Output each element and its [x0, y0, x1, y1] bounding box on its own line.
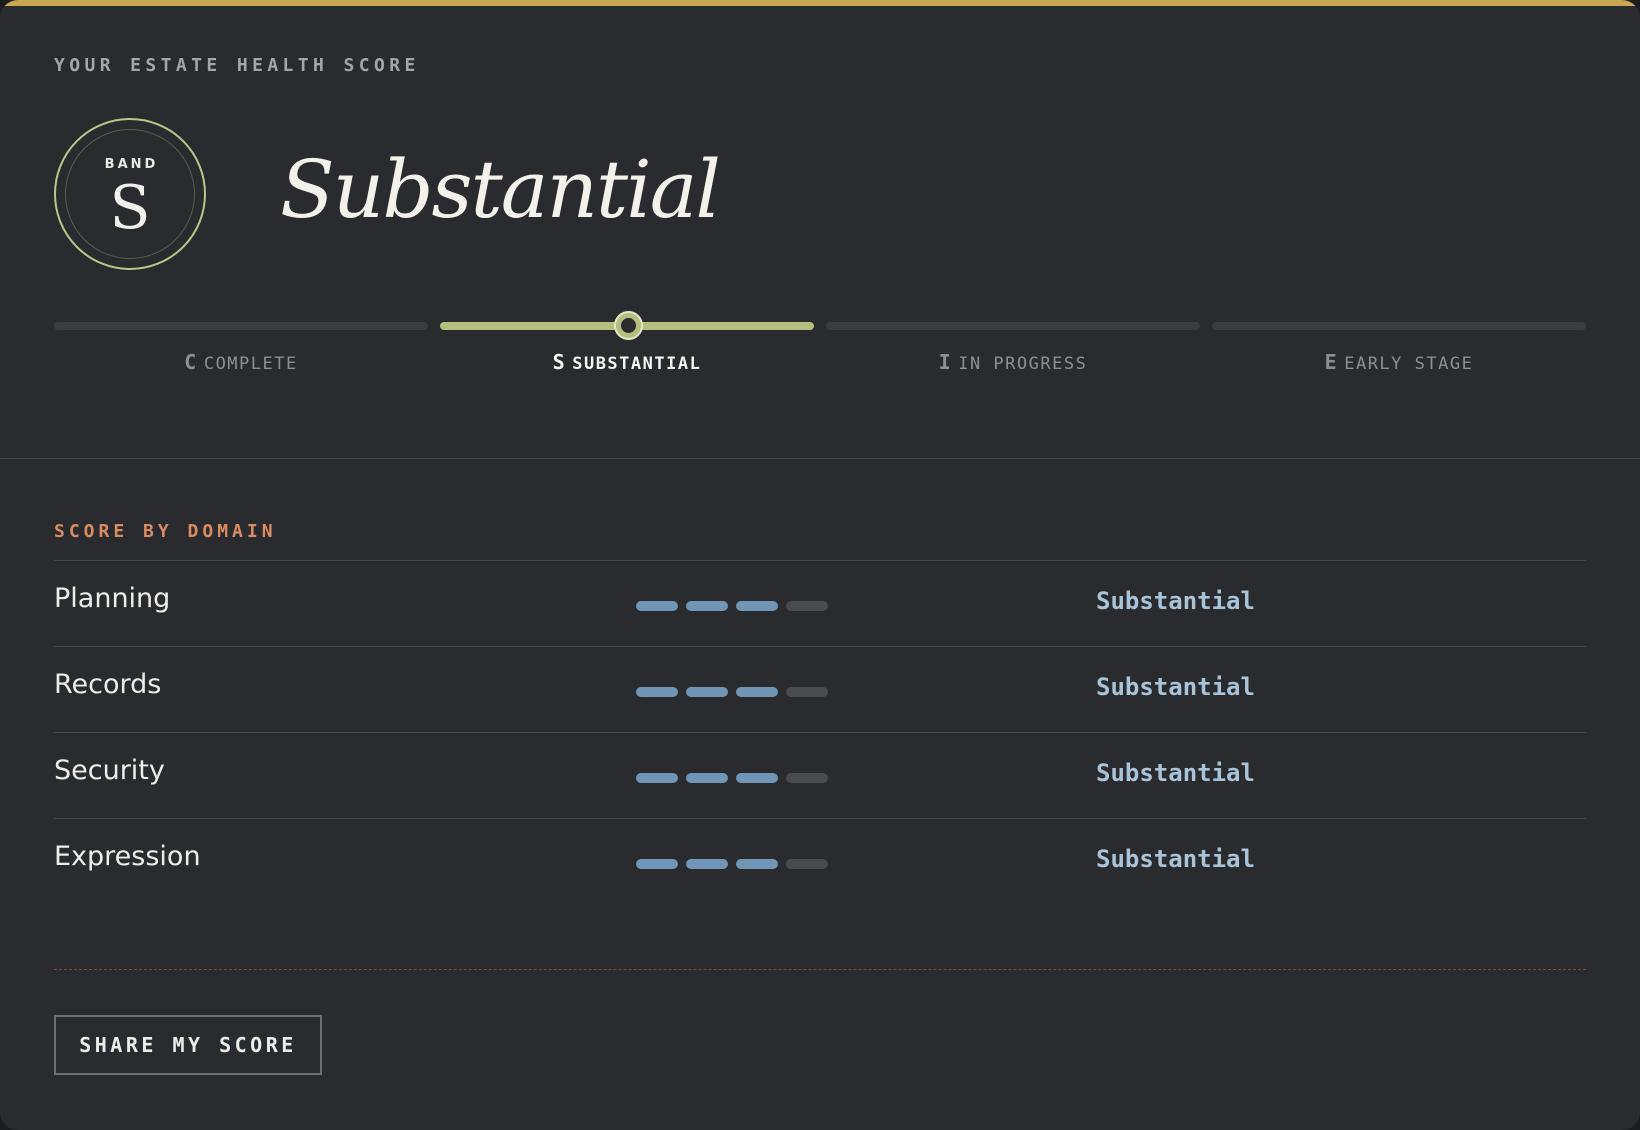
- domain-score: Substantial: [1096, 845, 1255, 873]
- badge-label: BAND: [104, 157, 159, 172]
- step-text: COMPLETE: [203, 354, 298, 374]
- meter-pill-filled: [636, 859, 678, 869]
- domain-name: Expression: [54, 841, 201, 872]
- meter-pill-filled: [636, 601, 678, 611]
- step-in-progress: I IN PROGRESS: [826, 350, 1200, 376]
- meter-pill-filled: [736, 859, 778, 869]
- band-badge: BAND S: [54, 118, 206, 270]
- step-code: I: [938, 350, 953, 374]
- meter-pill-empty: [786, 687, 828, 697]
- domain-name: Security: [54, 755, 165, 786]
- step-substantial: S SUBSTANTIAL: [440, 350, 814, 376]
- meter-pill-empty: [786, 859, 828, 869]
- section-title: SCORE BY DOMAIN: [54, 521, 277, 542]
- scale-track-early-stage: [1212, 322, 1586, 330]
- step-text: IN PROGRESS: [958, 354, 1088, 374]
- meter-pill-filled: [686, 601, 728, 611]
- meter-pill-filled: [736, 773, 778, 783]
- domain-row-security: Security Substantial: [54, 732, 1586, 818]
- scale-marker: [614, 311, 643, 340]
- step-code: C: [184, 350, 198, 374]
- scale-track-in-progress: [826, 322, 1200, 330]
- step-text: SUBSTANTIAL: [572, 354, 702, 374]
- share-score-button[interactable]: SHARE MY SCORE: [54, 1015, 322, 1075]
- meter-pill-filled: [686, 859, 728, 869]
- domain-score: Substantial: [1096, 759, 1255, 787]
- accent-bar: [0, 0, 1640, 6]
- scale-track-complete: [54, 322, 428, 330]
- domain-name: Records: [54, 669, 162, 700]
- domain-score: Substantial: [1096, 673, 1255, 701]
- meter-pill-filled: [686, 687, 728, 697]
- step-code: S: [552, 350, 567, 374]
- domain-score: Substantial: [1096, 587, 1255, 615]
- step-code: E: [1324, 350, 1339, 374]
- score-card: YOUR ESTATE HEALTH SCORE BAND S Substant…: [0, 0, 1640, 1130]
- meter-pill-filled: [736, 601, 778, 611]
- eyebrow-label: YOUR ESTATE HEALTH SCORE: [54, 55, 420, 76]
- step-complete: C COMPLETE: [54, 350, 428, 376]
- domain-row-records: Records Substantial: [54, 646, 1586, 732]
- badge-letter: S: [109, 173, 151, 243]
- band-title: Substantial: [280, 143, 721, 236]
- step-text: EARLY STAGE: [1344, 354, 1474, 374]
- section-divider: [0, 458, 1640, 459]
- meter-pill-empty: [786, 601, 828, 611]
- meter-pill-filled: [686, 773, 728, 783]
- meter-pill-filled: [736, 687, 778, 697]
- meter-pill-empty: [786, 773, 828, 783]
- meter-pill-filled: [636, 687, 678, 697]
- dashed-divider: [54, 969, 1586, 970]
- domain-row-expression: Expression Substantial: [54, 818, 1586, 904]
- domain-row-planning: Planning Substantial: [54, 560, 1586, 646]
- meter-pill-filled: [636, 773, 678, 783]
- domain-list: Planning Substantial Records Substantial…: [54, 560, 1586, 904]
- domain-name: Planning: [54, 583, 171, 614]
- step-early-stage: E EARLY STAGE: [1212, 350, 1586, 376]
